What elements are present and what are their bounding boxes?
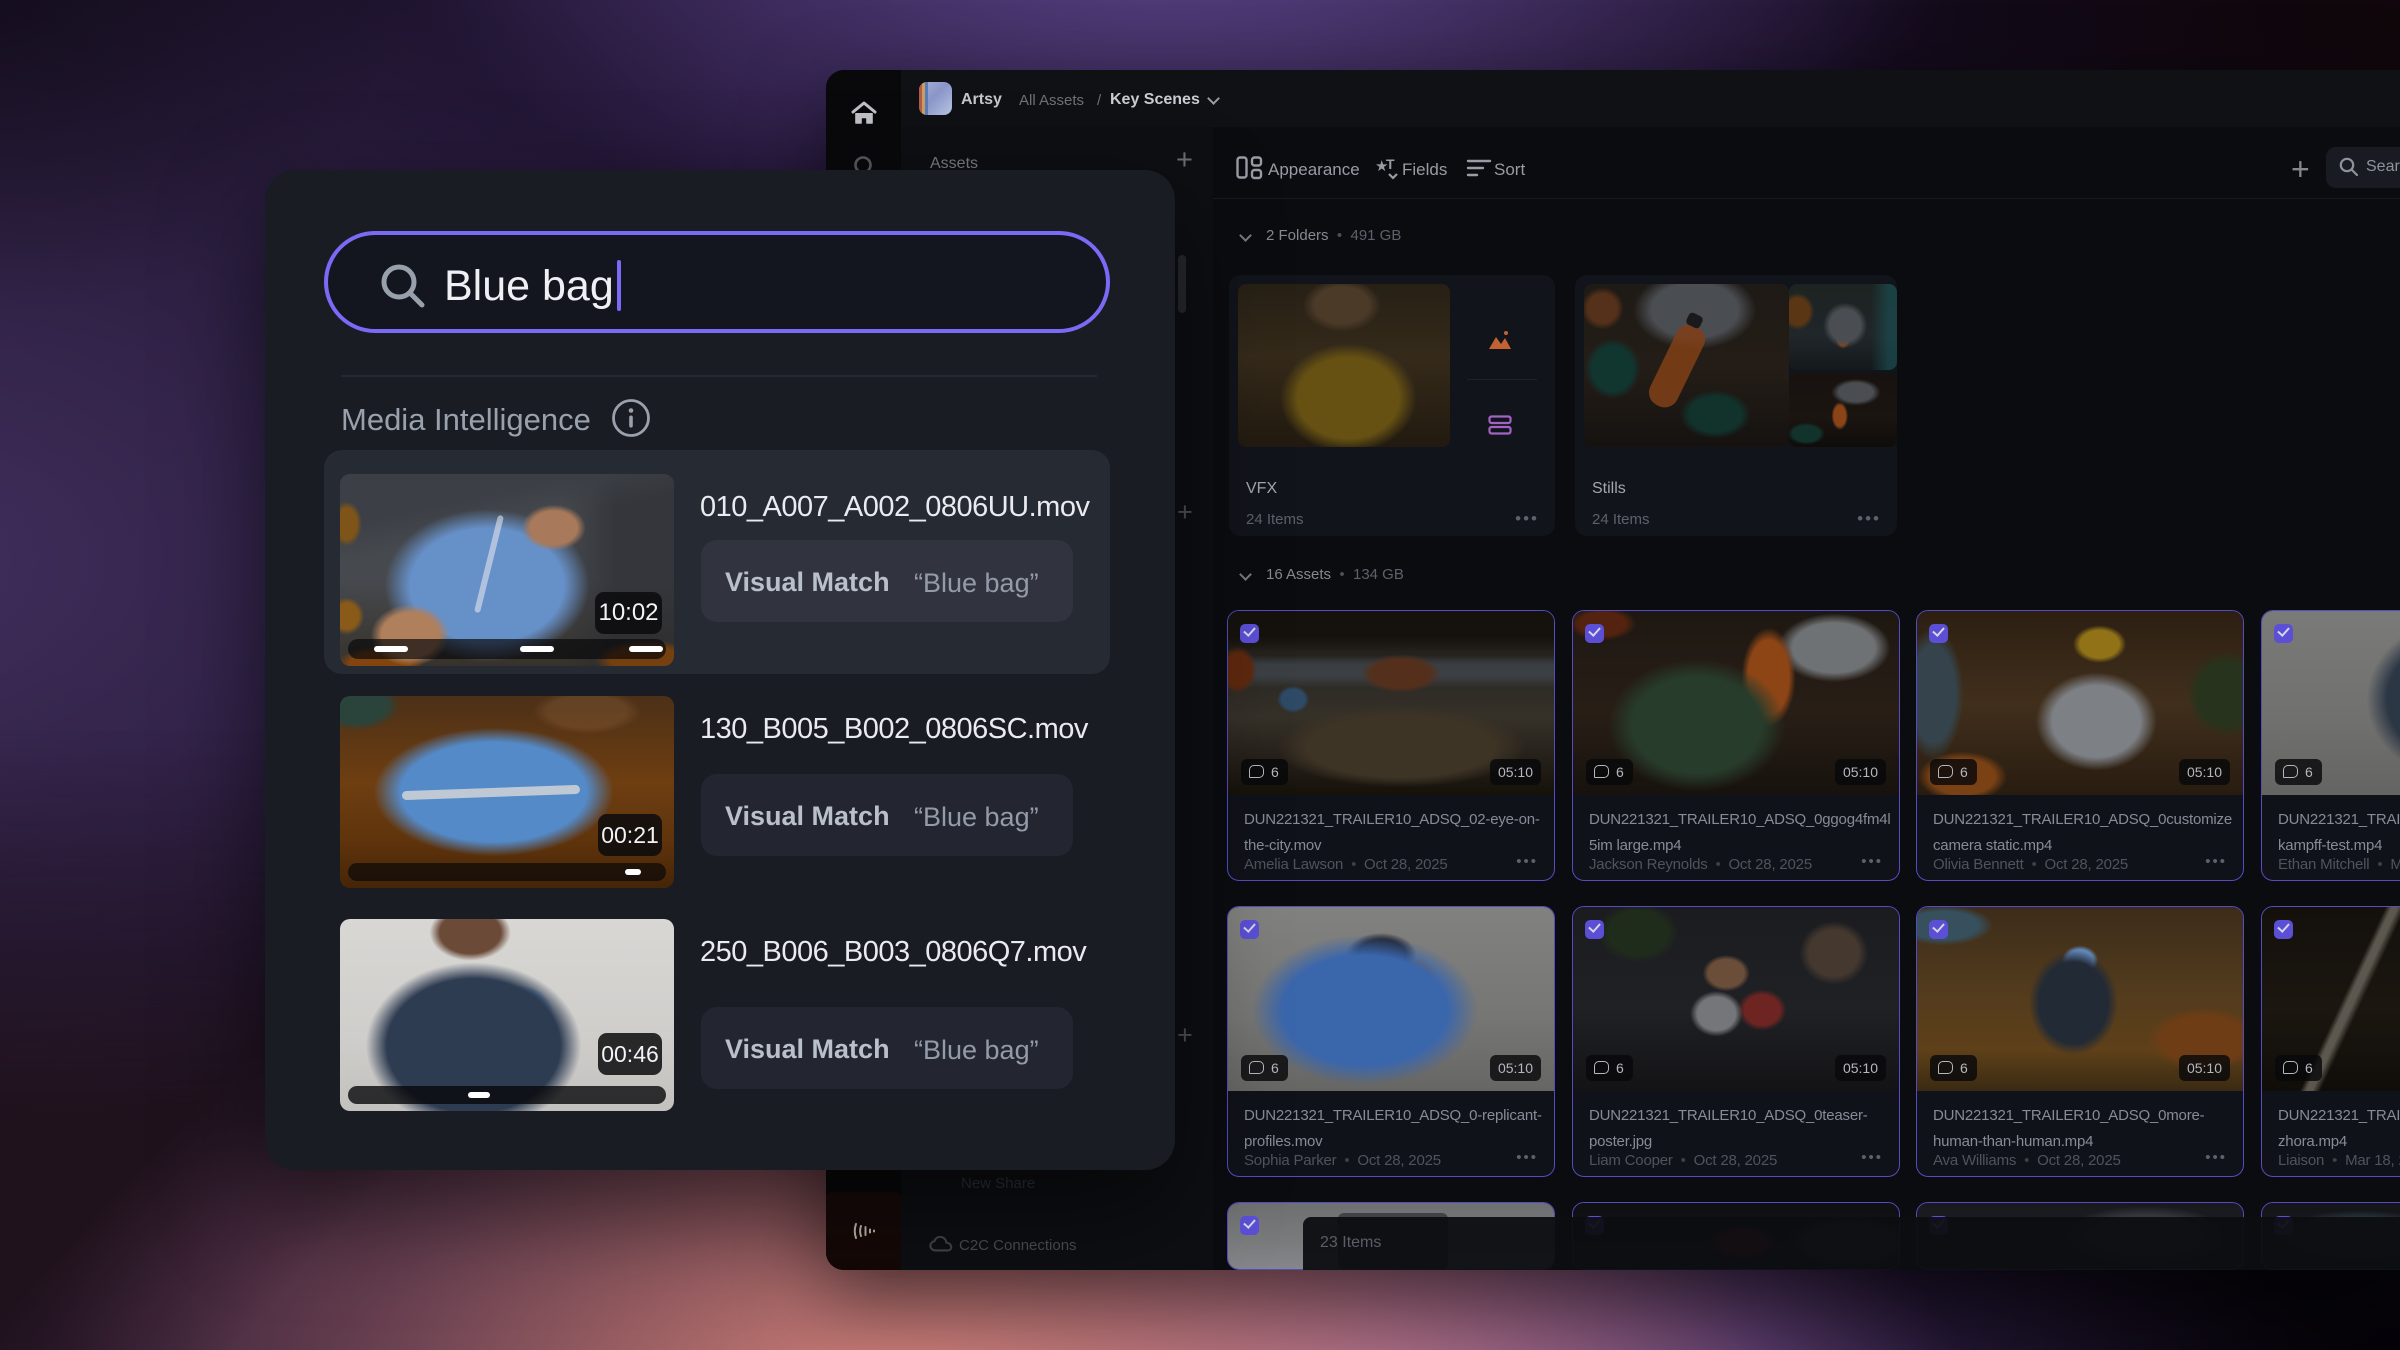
svg-text:T: T [1386,156,1395,172]
